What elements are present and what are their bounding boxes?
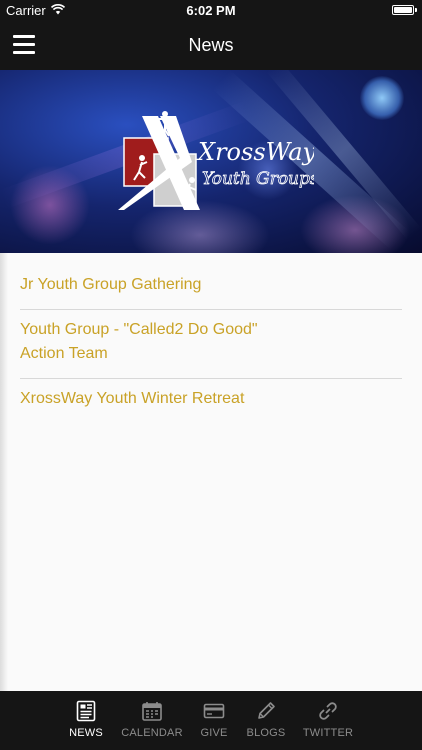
pencil-icon xyxy=(258,702,275,719)
news-list: Jr Youth Group Gathering Youth Group - "… xyxy=(20,265,402,423)
credit-card-icon xyxy=(203,703,225,719)
tab-label: GIVE xyxy=(200,727,228,739)
left-edge-shadow xyxy=(0,253,8,691)
news-item[interactable]: XrossWay Youth Winter Retreat xyxy=(20,379,402,423)
tab-calendar[interactable]: CALENDAR xyxy=(120,691,184,750)
newspaper-icon xyxy=(76,700,96,722)
tab-give[interactable]: GIVE xyxy=(194,691,234,750)
tab-label: NEWS xyxy=(69,727,103,739)
hero-banner: XrossWay Youth Groups xyxy=(0,70,422,253)
navigation-bar: News xyxy=(0,22,422,70)
tab-bar: NEWS CALENDAR GIVE BLOGS TWITTER xyxy=(0,691,422,750)
tab-news[interactable]: NEWS xyxy=(56,691,116,750)
logo-text-primary: XrossWay xyxy=(196,138,314,166)
tab-label: BLOGS xyxy=(246,727,286,739)
battery-icon xyxy=(392,5,417,15)
news-item[interactable]: Jr Youth Group Gathering xyxy=(20,265,402,310)
clock: 6:02 PM xyxy=(186,3,236,18)
tab-label: TWITTER xyxy=(302,727,354,739)
xrossway-logo: XrossWay Youth Groups xyxy=(114,110,319,220)
tab-blogs[interactable]: BLOGS xyxy=(242,691,290,750)
page-title: News xyxy=(188,35,234,55)
news-item[interactable]: Youth Group - "Called2 Do Good" Action T… xyxy=(20,310,402,379)
status-bar: Carrier 6:02 PM xyxy=(0,0,422,22)
link-icon xyxy=(319,702,337,720)
tab-twitter[interactable]: TWITTER xyxy=(300,691,356,750)
calendar-icon xyxy=(142,702,162,721)
logo-graphic: XrossWay Youth Groups xyxy=(118,111,319,210)
tab-label: CALENDAR xyxy=(121,727,183,739)
logo-text-secondary: Youth Groups xyxy=(202,169,314,189)
